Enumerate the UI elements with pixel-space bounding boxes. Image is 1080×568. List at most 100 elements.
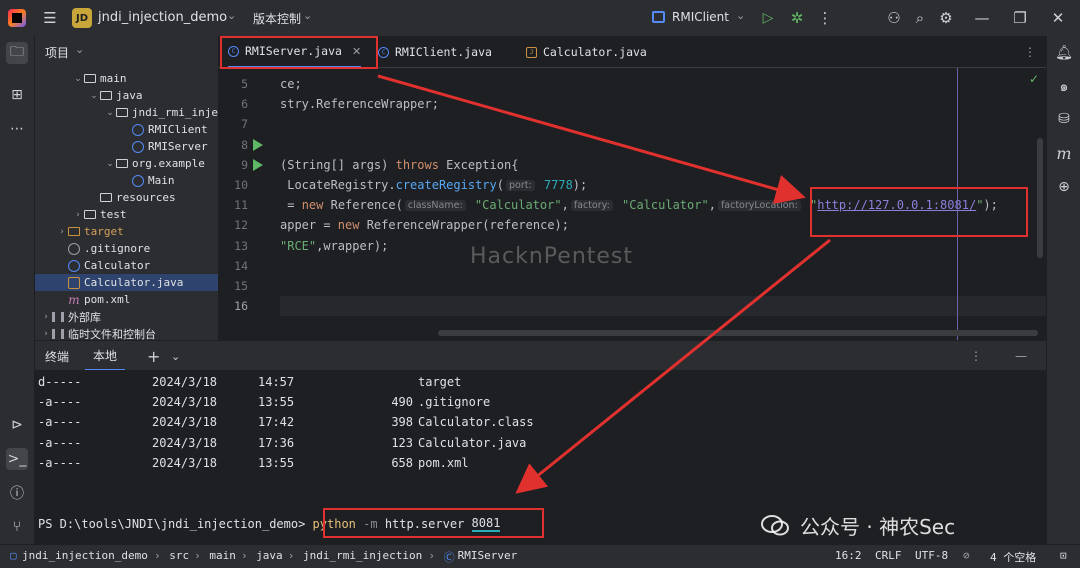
vertical-scrollbar[interactable] (1037, 138, 1043, 258)
annotation-box (220, 36, 378, 69)
tree-item[interactable]: ⌄ jndi_rmi_inje (35, 104, 218, 121)
project-badge[interactable]: JD (72, 8, 92, 28)
caret-position[interactable]: 16:2 (835, 549, 862, 562)
tree-item[interactable]: resources (35, 189, 218, 206)
chevron-right-icon[interactable]: › (41, 312, 51, 322)
ai-assistant-icon[interactable]: ๑ (1053, 76, 1075, 98)
parameter-hint: factoryLocation: (717, 199, 801, 211)
annotation-box (810, 187, 1028, 237)
restore-icon[interactable]: ❐ (1010, 8, 1030, 28)
tree-item[interactable]: .gitignore (35, 240, 218, 257)
tree-item[interactable]: RMIServer (35, 138, 218, 155)
check-icon[interactable]: ✓ (1029, 72, 1039, 86)
tree-item[interactable]: Main (35, 172, 218, 189)
structure-icon[interactable]: ⊞ (6, 84, 28, 106)
listing-time: 17:42 (258, 415, 295, 430)
chevron-down-icon[interactable]: ⌄ (303, 9, 312, 22)
run-gutter-icon[interactable] (253, 138, 263, 151)
listing-date: 2024/3/18 (152, 375, 218, 389)
chevron-down-icon[interactable]: ⌄ (736, 9, 745, 22)
tree-item-label: Main (148, 174, 175, 187)
tree-item[interactable]: › 外部库 (35, 308, 218, 325)
more-tools-icon[interactable]: ⋯ (6, 118, 28, 140)
chevron-down-icon[interactable]: ⌄ (105, 108, 115, 118)
tree-item[interactable]: Calculator (35, 257, 218, 274)
chevron-down-icon[interactable]: ⌄ (171, 341, 180, 371)
panel-title[interactable]: 项目 (45, 44, 69, 61)
minimize-icon[interactable]: — (972, 8, 992, 28)
main-menu-icon[interactable]: ☰ (40, 8, 60, 28)
debug-icon[interactable]: ✲ (787, 8, 807, 28)
more-icon[interactable]: ⋮ (970, 341, 982, 371)
no-edit-icon[interactable]: ⊘ (963, 549, 970, 562)
tree-item[interactable]: ⌄ main (35, 70, 218, 87)
right-tool-strip: 🔔︎ ๑ ⛁ m ⊕ (1046, 36, 1080, 544)
horizontal-scrollbar[interactable] (438, 330, 1038, 336)
tree-item[interactable]: RMIClient (35, 121, 218, 138)
bottom-tool-tabs: 终端 本地 + ⌄ ⋮ — (35, 340, 1046, 371)
services-icon[interactable]: ⊳ (6, 414, 28, 436)
tree-item[interactable]: › 临时文件和控制台 (35, 325, 218, 341)
tree-item[interactable]: ⌄ java (35, 87, 218, 104)
code-token: (String[] args) (280, 157, 396, 172)
chevron-down-icon[interactable]: ⌄ (75, 43, 84, 56)
run-config-selector[interactable]: RMIClient (672, 10, 729, 24)
chevron-right-icon[interactable]: › (73, 210, 83, 220)
chevron-right-icon[interactable]: › (57, 227, 67, 237)
more-icon[interactable]: ⋮ (1024, 45, 1036, 59)
minimize-icon[interactable]: — (1015, 341, 1027, 371)
more-icon[interactable]: ⋮ (815, 8, 835, 28)
lock-icon[interactable]: ⊡ (1060, 549, 1067, 562)
tree-item[interactable]: Calculator.java (35, 274, 218, 291)
parameter-hint: className: (404, 199, 466, 211)
line-separator[interactable]: CRLF (875, 549, 902, 562)
breadcrumb-item[interactable]: RMIServer (458, 549, 518, 562)
tree-item[interactable]: › test (35, 206, 218, 223)
breadcrumb-item[interactable]: java (256, 549, 283, 562)
listing-time: 13:55 (258, 455, 295, 470)
chevron-down-icon[interactable]: ⌄ (89, 91, 99, 101)
chevron-down-icon[interactable]: ⌄ (227, 9, 236, 22)
line-number: 12 (234, 218, 248, 233)
tab-local[interactable]: 本地 (85, 341, 126, 371)
run-gutter-icon[interactable] (253, 158, 263, 171)
folder-icon[interactable]: 🗀 (6, 42, 28, 64)
problems-icon[interactable]: ⓘ (6, 482, 28, 504)
tree-item[interactable]: m pom.xml (35, 291, 218, 308)
breadcrumb-item[interactable]: main (209, 549, 236, 562)
indent-setting[interactable]: 4 个空格 (990, 549, 1036, 565)
globe-icon[interactable]: ⊕ (1053, 176, 1075, 198)
bell-icon[interactable]: 🔔︎ (1053, 42, 1075, 64)
chevron-down-icon[interactable]: ⌄ (105, 159, 115, 169)
project-name[interactable]: jndi_injection_demo (98, 10, 227, 25)
class-icon (131, 123, 145, 136)
gear-icon[interactable]: ⚙ (936, 8, 956, 28)
run-icon[interactable]: ▷ (758, 8, 778, 28)
breadcrumb-item[interactable]: jndi_injection_demo (22, 549, 148, 562)
code-with-me-icon[interactable]: ⚇ (884, 8, 904, 28)
database-icon[interactable]: ⛁ (1053, 108, 1075, 130)
chevron-down-icon[interactable]: ⌄ (73, 74, 83, 84)
tab-calculator[interactable]: J Calculator.java (526, 36, 647, 68)
breadcrumb-item[interactable]: src (169, 549, 189, 562)
vcs-menu[interactable]: 版本控制 (253, 10, 301, 27)
annotation-box (323, 508, 544, 538)
tree-item-label: 外部库 (68, 310, 101, 324)
tab-label: RMIClient.java (395, 45, 492, 59)
tree-item[interactable]: ⌄ org.example (35, 155, 218, 172)
maven-icon[interactable]: m (1053, 142, 1075, 164)
tree-item-label: Calculator.java (84, 276, 184, 289)
close-icon[interactable]: ✕ (1048, 8, 1068, 28)
plus-icon[interactable]: + (147, 341, 160, 371)
search-icon[interactable]: ⌕ (910, 8, 930, 28)
code-line: apper = new ReferenceWrapper(reference); (280, 215, 569, 235)
breadcrumb-item[interactable]: jndi_rmi_injection (303, 549, 422, 562)
chevron-right-icon[interactable]: › (41, 329, 51, 339)
intellij-logo-icon[interactable] (8, 9, 26, 27)
tree-item-label: test (100, 208, 127, 221)
git-icon[interactable]: ⑂ (6, 516, 28, 538)
tab-rmiclient[interactable]: C RMIClient.java (378, 36, 492, 68)
tree-item[interactable]: › target (35, 223, 218, 240)
terminal-icon[interactable]: >_ (6, 448, 28, 470)
file-encoding[interactable]: UTF-8 (915, 549, 948, 562)
